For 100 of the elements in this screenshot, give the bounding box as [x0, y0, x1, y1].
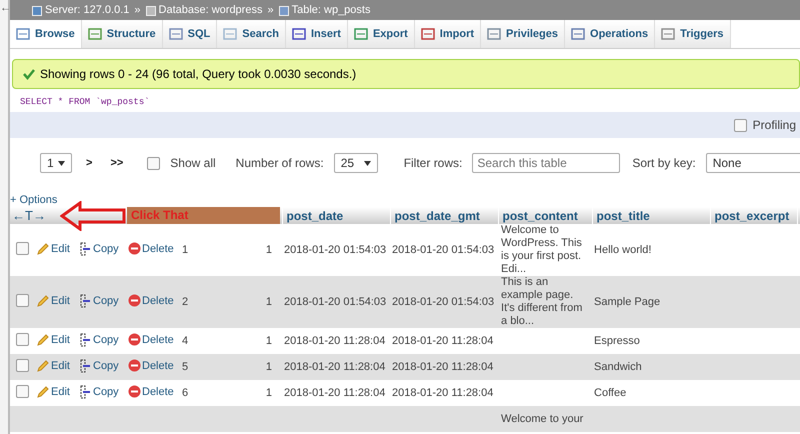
search-field[interactable]: Search this table [472, 153, 620, 173]
copy-link[interactable]: Copy [80, 384, 119, 398]
table-cell: 2018-01-20 11:28:04 [392, 361, 494, 373]
tab-icon [168, 27, 183, 41]
rows-select[interactable]: 25 [334, 153, 378, 173]
table-cell: 2018-01-20 11:28:04 [284, 361, 386, 373]
column-header[interactable]: post_excerpt [710, 207, 798, 224]
tab-icon [88, 27, 102, 41]
rows-label: Number of rows: [236, 156, 324, 170]
breadcrumb-link[interactable]: Database: wordpress [158, 4, 262, 16]
breadcrumb-link[interactable]: Server: 127.0.0.1 [45, 4, 130, 16]
tab-icon [661, 27, 676, 41]
column-header[interactable]: post_content [498, 207, 592, 224]
collapse-arrow[interactable]: ← [0, 2, 11, 14]
tab[interactable]: Operations [565, 20, 656, 48]
table-cell: Espresso [594, 335, 640, 347]
edit-link[interactable]: Edit [36, 332, 70, 346]
table-cell: 1 [266, 335, 272, 347]
tab-icon [571, 27, 586, 41]
table-cell: Welcome to your [501, 412, 584, 424]
table-cell: 2018-01-20 01:54:03 [392, 244, 494, 256]
table-cell: Welcome to WordPress. This is your first post. Edi... [501, 224, 582, 275]
table-cell: Hello world! [594, 244, 652, 256]
insert-row-icon [80, 358, 92, 372]
annotation-label: Click That [127, 207, 280, 224]
message-text: Showing rows 0 - 24 (96 total, Query took 0.0030 seconds.) [40, 67, 356, 81]
copy-link[interactable]: Copy [80, 242, 119, 256]
table-cell: 1 [182, 244, 188, 256]
table-cell: 2018-01-20 01:54:03 [284, 244, 386, 256]
table-cell: 2018-01-20 11:28:04 [392, 387, 494, 399]
row-checkbox[interactable] [16, 385, 29, 398]
table-cell: 1 [266, 361, 272, 373]
tab[interactable]: Triggers [655, 20, 730, 48]
table-cell: 2018-01-20 11:28:04 [284, 387, 386, 399]
breadcrumb-separator: » [134, 4, 141, 16]
delete-icon [128, 294, 141, 307]
table-cell: 2018-01-20 01:54:03 [392, 296, 494, 308]
filter-label: Filter rows: [404, 156, 462, 170]
insert-row-icon [80, 332, 92, 346]
column-header[interactable]: post_date_gmt [390, 207, 498, 224]
sort-label: Sort by key: [632, 156, 696, 170]
checkmark-icon [23, 68, 35, 80]
sql-query: SELECT * FROM `wp_posts` [20, 97, 151, 109]
table-cell: 1 [266, 244, 272, 256]
table-cell: This is an example page. It's different from a blo... [501, 276, 582, 327]
tab-icon [354, 27, 368, 41]
delete-icon [128, 359, 141, 372]
table-cell: Coffee [594, 387, 626, 399]
column-header[interactable]: post_title [592, 207, 710, 224]
table-cell: 2018-01-20 11:28:04 [392, 335, 494, 347]
delete-link[interactable]: Delete [128, 333, 174, 346]
insert-row-icon [80, 384, 92, 398]
pencil-icon [36, 358, 50, 372]
delete-icon [128, 242, 141, 255]
pencil-icon [36, 332, 50, 346]
table-cell: 6 [182, 387, 188, 399]
column-toggle[interactable]: ←T→ [12, 208, 46, 223]
delete-link[interactable]: Delete [128, 242, 174, 255]
tab[interactable]: Export [348, 20, 415, 48]
breadcrumb-separator: » [267, 4, 274, 16]
caret-icon [58, 160, 65, 166]
next-button[interactable]: > [82, 157, 96, 169]
caret-icon [364, 160, 371, 166]
edit-link[interactable]: Edit [36, 242, 70, 256]
pencil-icon [36, 384, 50, 398]
table-cell: 4 [182, 335, 188, 347]
delete-link[interactable]: Delete [128, 385, 174, 398]
table-cell: 1 [266, 296, 272, 308]
page-select[interactable]: 1 [40, 153, 72, 173]
table-cell: 5 [182, 361, 188, 373]
edit-link[interactable]: Edit [36, 384, 70, 398]
checkbox[interactable] [734, 118, 747, 132]
options-link[interactable]: + Options [10, 194, 800, 207]
tab-icon [420, 27, 435, 41]
sort-select[interactable]: None [706, 153, 800, 173]
row-checkbox[interactable] [16, 294, 29, 307]
arrow-annotation [60, 201, 126, 231]
breadcrumb-link[interactable]: Table: wp_posts [292, 4, 370, 16]
checkbox-label: Show all [170, 156, 216, 170]
copy-link[interactable]: Copy [80, 332, 119, 346]
table-cell: Sandwich [594, 361, 642, 373]
tab[interactable]: Search [217, 20, 286, 48]
tab[interactable]: Insert [286, 20, 348, 48]
tab-icon [292, 27, 306, 41]
last-button[interactable]: >> [106, 157, 128, 169]
checkbox-label: Profiling [752, 118, 796, 132]
checkbox[interactable] [147, 156, 160, 170]
column-header[interactable]: post_date [282, 207, 390, 224]
row-checkbox[interactable] [16, 359, 29, 372]
insert-row-icon [80, 294, 92, 308]
tab[interactable]: Privileges [481, 20, 566, 48]
tab-icon [16, 27, 30, 41]
row-checkbox[interactable] [16, 242, 29, 255]
insert-row-icon [80, 242, 92, 256]
delete-icon [128, 385, 141, 398]
row-checkbox[interactable] [16, 333, 29, 346]
tab[interactable]: Structure [82, 20, 163, 48]
tab[interactable]: Import [414, 20, 482, 48]
tab[interactable]: SQL [162, 20, 218, 48]
tab-icon [223, 27, 238, 41]
